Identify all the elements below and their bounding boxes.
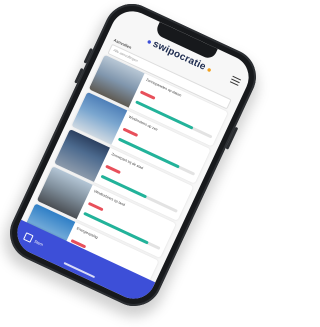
volume-up-button (83, 47, 93, 64)
volume-down-button (74, 67, 84, 84)
status-badge (122, 127, 139, 137)
status-badge (87, 201, 104, 212)
nav-label[interactable]: Stem (34, 238, 45, 246)
hamburger-menu-icon[interactable] (229, 75, 241, 88)
home-indicator (63, 262, 96, 279)
status-badge (105, 164, 121, 175)
list-icon[interactable] (23, 232, 34, 243)
app-screen: ● swipocratie ● Aanvullen Alle aanvullin… (10, 4, 256, 306)
status-badge (139, 90, 156, 100)
